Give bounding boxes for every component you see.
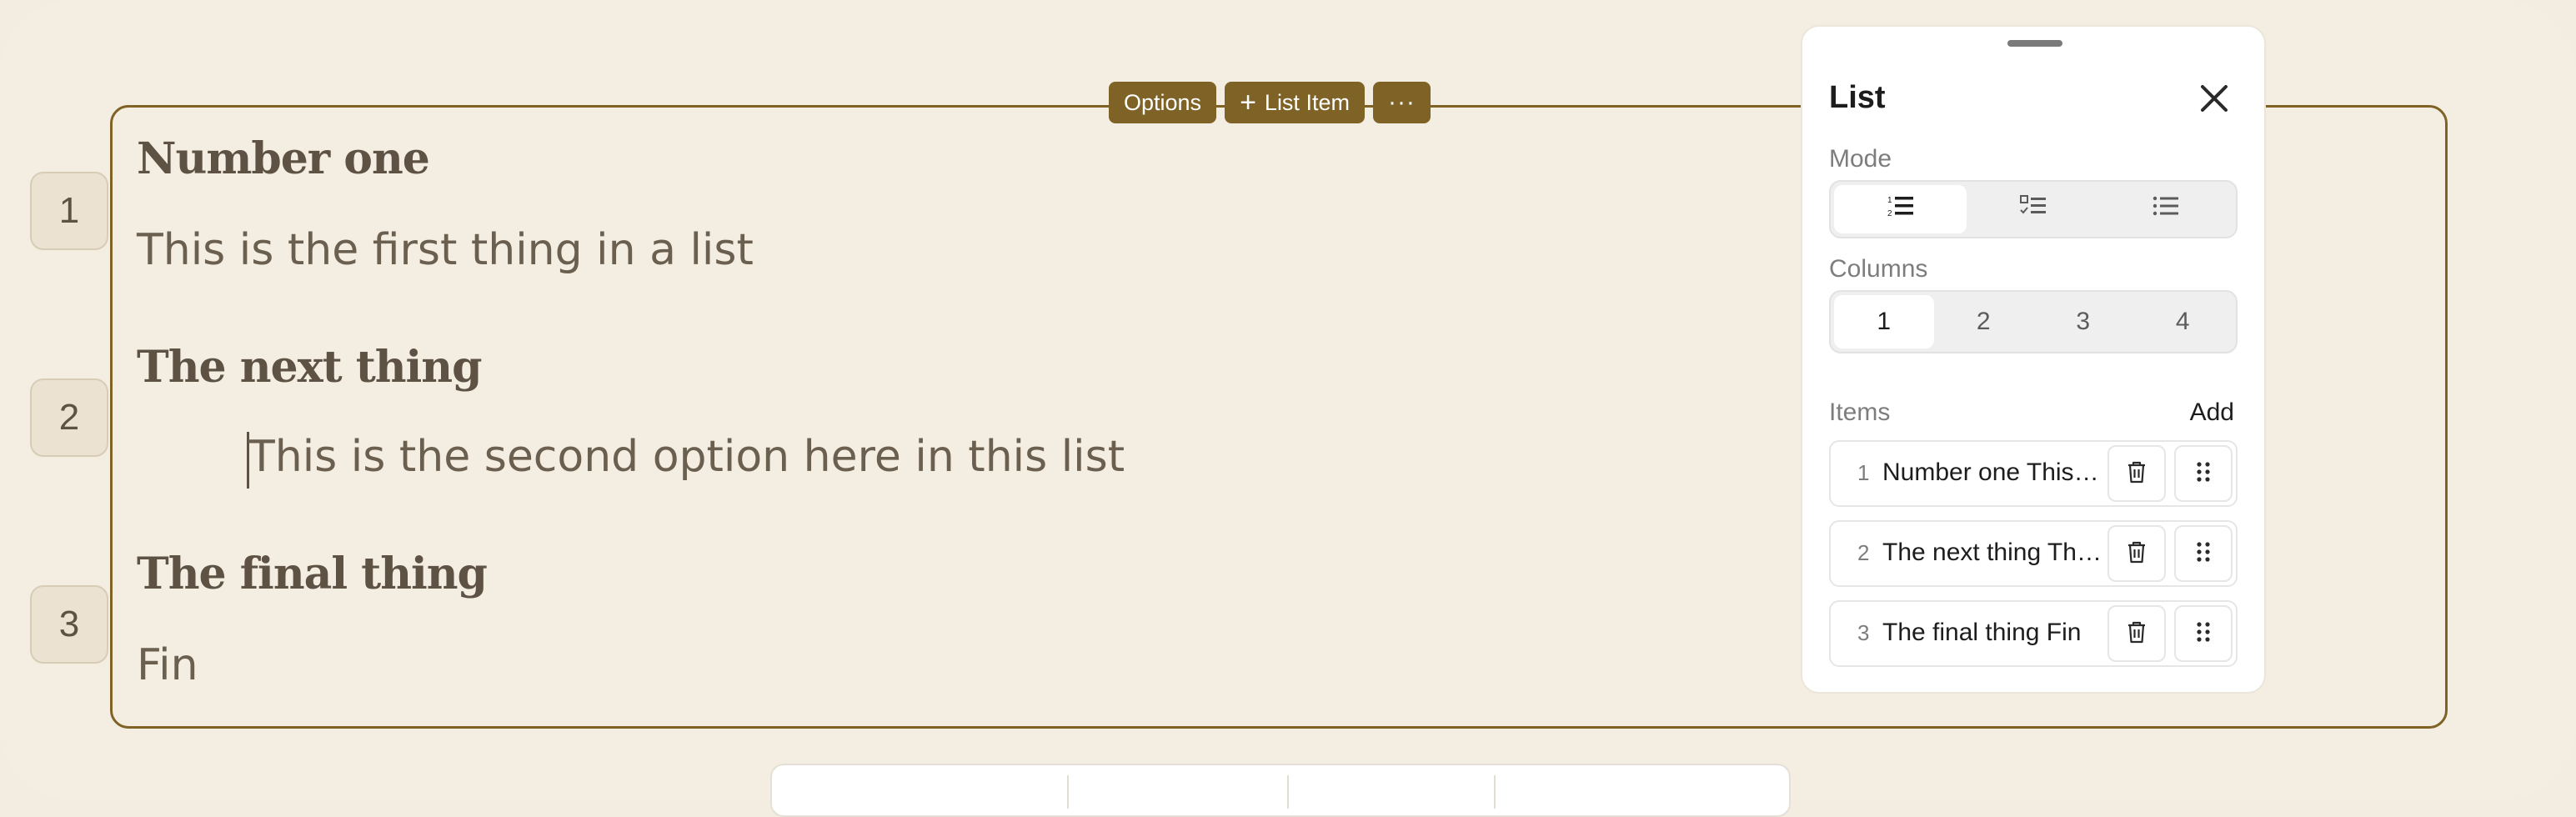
row-number: 2 — [1857, 540, 1870, 565]
checklist-icon — [2019, 193, 2047, 225]
row-text: Number one This is the first thing in a … — [1882, 459, 2104, 486]
columns-option-4[interactable]: 4 — [2133, 295, 2233, 348]
drag-grip-icon — [2195, 619, 2212, 649]
reorder-item-handle[interactable] — [2174, 605, 2233, 662]
mode-ordered-button[interactable]: 1 2 — [1834, 185, 1967, 233]
bottom-toolbar — [770, 764, 1791, 817]
item-title[interactable]: Number one — [137, 133, 430, 184]
columns-segmented-control: 1 2 3 4 — [1829, 290, 2238, 353]
delete-item-button[interactable] — [2107, 605, 2166, 662]
toolbar-divider — [1067, 775, 1069, 809]
mode-segmented-control: 1 2 — [1829, 180, 2238, 238]
ordered-list-icon: 1 2 — [1887, 193, 1915, 225]
columns-option-2[interactable]: 2 — [1934, 295, 2034, 348]
drag-grip-icon — [2195, 459, 2212, 489]
item-number: 2 — [30, 378, 108, 457]
mode-bullet-button[interactable] — [2100, 185, 2233, 233]
delete-item-button[interactable] — [2107, 445, 2166, 502]
item-row[interactable]: 3 The final thing Fin — [1829, 600, 2238, 667]
close-icon[interactable] — [2194, 78, 2234, 118]
editor-canvas: Options + List Item ··· 1 Number one Thi… — [0, 0, 2576, 817]
block-toolbar: Options + List Item ··· — [1109, 82, 1431, 123]
drag-handle[interactable] — [2007, 40, 2062, 47]
row-number: 3 — [1857, 620, 1870, 645]
toolbar-divider — [1494, 775, 1496, 809]
delete-item-button[interactable] — [2107, 525, 2166, 582]
drag-grip-icon — [2195, 539, 2212, 569]
mode-checklist-button[interactable] — [1967, 185, 2099, 233]
options-button[interactable]: Options — [1109, 82, 1217, 123]
plus-icon: + — [1240, 87, 1256, 118]
reorder-item-handle[interactable] — [2174, 525, 2233, 582]
columns-option-1[interactable]: 1 — [1834, 295, 1934, 348]
item-number: 3 — [30, 585, 108, 664]
row-text: The final thing Fin — [1882, 619, 2082, 646]
list-settings-panel: List Mode 1 2 Columns 1 2 3 4 Items Add … — [1801, 25, 2266, 694]
items-label: Items — [1829, 398, 1891, 426]
svg-text:1: 1 — [1887, 196, 1892, 205]
svg-text:2: 2 — [1887, 209, 1892, 218]
item-number: 1 — [30, 172, 108, 250]
add-list-item-button[interactable]: + List Item — [1225, 82, 1365, 123]
item-title[interactable]: The next thing — [137, 342, 482, 393]
trash-icon — [2126, 459, 2148, 489]
trash-icon — [2126, 619, 2148, 649]
more-dots-icon: ··· — [1387, 88, 1416, 116]
item-description[interactable]: This is the first thing in a list — [137, 225, 754, 275]
item-row[interactable]: 1 Number one This is the first thing in … — [1829, 440, 2238, 507]
row-text: The next thing This is the second option… — [1882, 539, 2104, 566]
row-number: 1 — [1857, 460, 1870, 485]
options-label: Options — [1124, 89, 1202, 115]
toolbar-divider — [1287, 775, 1289, 809]
reorder-item-handle[interactable] — [2174, 445, 2233, 502]
mode-label: Mode — [1829, 145, 1892, 173]
panel-title: List — [1829, 80, 1886, 115]
add-list-item-label: List Item — [1264, 89, 1350, 115]
trash-icon — [2126, 539, 2148, 569]
item-title[interactable]: The final thing — [137, 549, 488, 599]
columns-option-3[interactable]: 3 — [2033, 295, 2133, 348]
add-item-button[interactable]: Add — [2190, 398, 2234, 427]
item-description[interactable]: This is the second option here in this l… — [248, 432, 1125, 482]
bullet-list-icon — [2152, 193, 2180, 225]
more-options-button[interactable]: ··· — [1372, 82, 1431, 123]
columns-label: Columns — [1829, 255, 1928, 283]
item-row[interactable]: 2 The next thing This is the second opti… — [1829, 520, 2238, 587]
item-description[interactable]: Fin — [137, 640, 198, 690]
